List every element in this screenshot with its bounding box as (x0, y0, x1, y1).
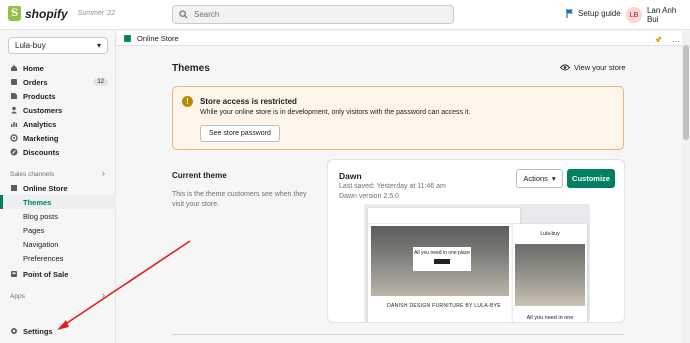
marketing-icon (10, 134, 18, 142)
apps-expand-icon[interactable]: › (102, 290, 105, 300)
sidebar-item-settings[interactable]: Settings (0, 324, 116, 338)
warning-icon: ! (182, 96, 193, 107)
view-store-label: View your store (574, 63, 626, 72)
sidebar-item-label: Settings (23, 326, 53, 336)
sidebar-item-analytics[interactable]: Analytics (0, 117, 116, 131)
sidebar-subitem-preferences[interactable]: Preferences (0, 251, 116, 265)
actions-button[interactable]: Actions ▾ (516, 169, 563, 188)
customize-button[interactable]: Customize (567, 169, 615, 188)
chevron-down-icon: ▾ (551, 174, 556, 183)
online-store-icon (124, 34, 131, 42)
analytics-icon (11, 122, 18, 127)
theme-version: Dawn version 2.5.0 (339, 193, 399, 200)
see-store-password-button[interactable]: See store password (200, 125, 280, 142)
user-menu[interactable]: LB Lan Anh Bui (626, 6, 690, 24)
theme-last-saved: Last saved: Yesterday at 11:46 am (339, 183, 446, 190)
search-icon (179, 10, 188, 19)
more-actions-icon[interactable]: ⋯ (672, 37, 680, 46)
page-scrollbar[interactable] (682, 31, 690, 343)
sidebar: Lula-buy ▾ Home Orders 12 Products Custo… (0, 31, 116, 343)
sidebar-item-home[interactable]: Home (0, 61, 116, 75)
actions-label: Actions (523, 174, 548, 183)
view-store-button[interactable]: View your store (560, 63, 626, 72)
preview-hero-card: All you need in one place (413, 247, 471, 271)
customers-icon (11, 106, 17, 114)
preview-hero-text: All you need in one place (414, 250, 470, 256)
brand-name: shopify (25, 6, 68, 21)
gear-icon (11, 328, 17, 334)
online-store-icon (11, 185, 17, 191)
chevron-down-icon: ▾ (96, 41, 101, 50)
banner-title: Store access is restricted (200, 97, 297, 106)
setup-guide-button[interactable]: Setup guide (566, 9, 621, 18)
store-restricted-banner: ! Store access is restricted While your … (172, 86, 624, 150)
flag-icon (566, 9, 573, 18)
search-input[interactable]: Search (172, 5, 454, 24)
sidebar-subitem-themes[interactable]: Themes (0, 195, 116, 209)
sidebar-item-label: Online Store (23, 183, 68, 193)
header-actions: 🖈 ⋯ (655, 34, 680, 48)
sidebar-item-marketing[interactable]: Marketing (0, 131, 116, 145)
sidebar-item-online-store[interactable]: Online Store (0, 181, 116, 195)
orders-icon (11, 79, 17, 85)
store-name: Lula-buy (15, 41, 46, 50)
sidebar-item-point-of-sale[interactable]: Point of Sale (0, 267, 116, 281)
sidebar-subitem-navigation[interactable]: Navigation (0, 237, 116, 251)
preview-hero-button (434, 259, 450, 264)
sidebar-item-label: Home (23, 63, 44, 73)
sidebar-item-customers[interactable]: Customers (0, 103, 116, 117)
user-name: Lan Anh Bui (646, 6, 677, 24)
sidebar-item-label: Analytics (23, 119, 57, 129)
orders-count-badge: 12 (93, 78, 108, 86)
sales-channels-label: Sales channels (10, 171, 55, 178)
point-of-sale-icon (11, 271, 17, 277)
mobile-preview: Lula-buy All you need in one (513, 224, 587, 322)
theme-card: Dawn Last saved: Yesterday at 11:46 am D… (328, 160, 624, 322)
sidebar-subitem-pages[interactable]: Pages (0, 223, 116, 237)
breadcrumb-label: Online Store (137, 33, 179, 43)
sidebar-item-label: Customers (23, 105, 63, 115)
banner-text: While your online store is in developmen… (200, 109, 471, 116)
sidebar-item-orders[interactable]: Orders 12 (0, 75, 116, 89)
setup-guide-label: Setup guide (578, 9, 621, 18)
pin-icon[interactable]: 🖈 (655, 34, 662, 48)
avatar: LB (626, 7, 642, 23)
shopify-logo[interactable]: shopify Summer '22 (8, 6, 115, 21)
products-icon (11, 93, 17, 99)
shopify-bag-icon (8, 6, 21, 21)
sidebar-item-label: Orders (23, 77, 48, 87)
current-theme-heading: Current theme (172, 171, 227, 180)
sidebar-subitem-blog-posts[interactable]: Blog posts (0, 209, 116, 223)
sidebar-item-products[interactable]: Products (0, 89, 116, 103)
eye-icon (560, 64, 570, 71)
preview-hero-image: All you need in one place (371, 226, 509, 296)
apps-label: Apps (10, 293, 25, 300)
mobile-preview-image (515, 244, 585, 306)
sidebar-item-label: Marketing (23, 133, 59, 143)
section-divider (172, 334, 624, 335)
sidebar-item-discounts[interactable]: Discounts (0, 145, 116, 159)
current-theme-description: This is the theme customers see when the… (172, 191, 307, 208)
top-bar: shopify Summer '22 Search Setup guide LB… (0, 0, 690, 30)
mobile-preview-store-name: Lula-buy (540, 231, 560, 237)
home-icon (11, 65, 17, 71)
discounts-icon (10, 148, 18, 156)
theme-name: Dawn (339, 171, 362, 181)
preview-header (368, 208, 520, 224)
edition-label: Summer '22 (77, 10, 116, 17)
sidebar-item-label: Point of Sale (23, 269, 69, 279)
scrollbar-thumb[interactable] (683, 45, 689, 140)
mobile-preview-text: All you need in one (526, 315, 574, 321)
desktop-preview: All you need in one place DANISH DESIGN … (368, 208, 520, 322)
breadcrumb: Online Store 🖈 ⋯ (117, 31, 690, 46)
sales-channels-expand-icon[interactable]: › (102, 168, 105, 178)
store-selector[interactable]: Lula-buy ▾ (8, 37, 108, 54)
search-placeholder: Search (194, 10, 220, 19)
preview-caption: DANISH DESIGN FURNITURE BY LULA-BYE (387, 303, 501, 309)
page-title: Themes (172, 63, 210, 74)
sidebar-item-label: Discounts (23, 147, 60, 157)
sidebar-item-label: Products (23, 91, 56, 101)
